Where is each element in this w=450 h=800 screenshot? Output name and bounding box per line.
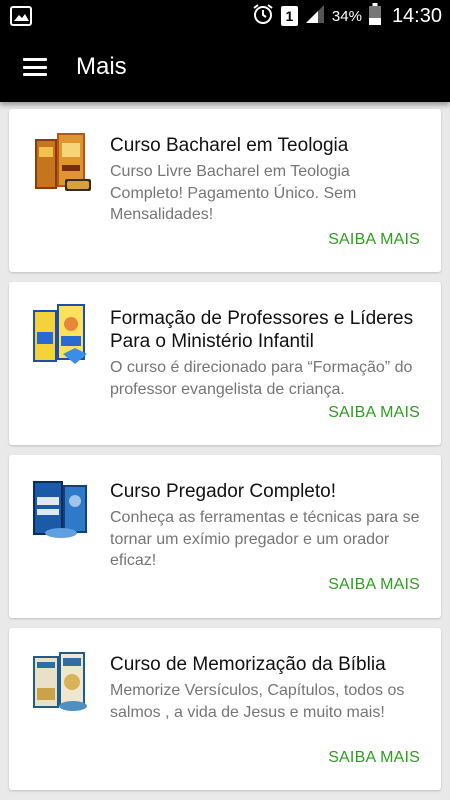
course-thumbnail-memorizacao — [29, 648, 93, 714]
sim-icon: 1 — [280, 6, 298, 26]
status-bar: 1 34% 14:30 — [0, 0, 450, 32]
saiba-mais-button[interactable]: SAIBA MAIS — [328, 404, 420, 422]
course-title: Curso Bacharel em Teologia — [110, 135, 349, 156]
battery-icon — [368, 2, 381, 30]
course-description: Conheça as ferramentas e técnicas para s… — [110, 509, 420, 569]
course-card[interactable]: Curso Pregador Completo! Conheça as ferr… — [9, 455, 441, 618]
page-title: Mais — [76, 53, 127, 80]
course-description: Memorize Versículos, Capítulos, todos os… — [110, 682, 405, 721]
saiba-mais-button[interactable]: SAIBA MAIS — [328, 231, 420, 249]
course-description: O curso é direcionado para “Formação” do… — [110, 359, 413, 398]
course-thumbnail-pregador — [29, 475, 93, 541]
alarm-icon — [252, 3, 274, 30]
saiba-mais-button[interactable]: SAIBA MAIS — [328, 576, 420, 594]
saiba-mais-button[interactable]: SAIBA MAIS — [328, 749, 420, 767]
course-thumbnail-ministerio-infantil — [29, 302, 93, 368]
menu-button[interactable] — [3, 32, 67, 102]
battery-percent: 34% — [331, 7, 362, 25]
course-title: Curso Pregador Completo! — [110, 481, 336, 502]
app-bar: Mais — [0, 32, 450, 102]
course-card[interactable]: Curso Bacharel em Teologia Curso Livre B… — [9, 109, 441, 272]
course-card[interactable]: Formação de Professores e Líderes Para o… — [9, 282, 441, 445]
menu-icon — [23, 58, 47, 76]
course-title: Curso de Memorização da Bíblia — [110, 654, 386, 675]
course-title: Formação de Professores e Líderes Para o… — [110, 308, 414, 352]
course-thumbnail-teologia — [29, 129, 93, 195]
image-icon — [10, 6, 32, 31]
course-card[interactable]: Curso de Memorização da Bíblia Memorize … — [9, 628, 441, 790]
clock: 14:30 — [391, 4, 442, 27]
course-description: Curso Livre Bacharel em Teologia Complet… — [110, 163, 357, 223]
signal-icon — [305, 4, 325, 29]
